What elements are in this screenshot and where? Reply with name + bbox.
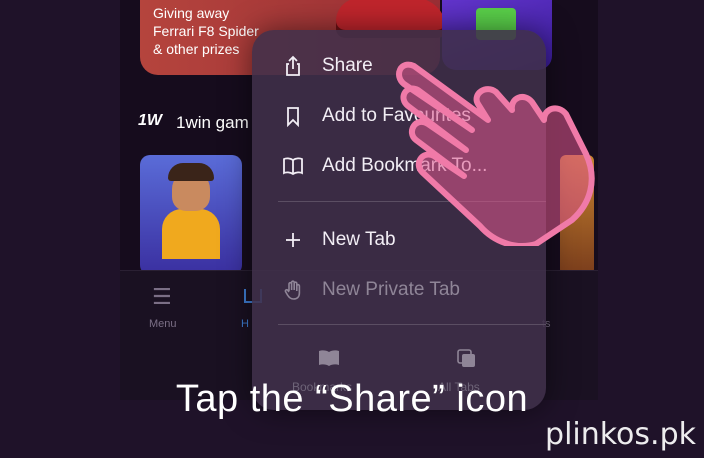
tab-home-label[interactable]: H [241, 318, 249, 330]
games-section-title: 1win gam [176, 113, 249, 132]
promo-line: & other prizes [153, 41, 240, 57]
menu-item-new-private-tab[interactable]: New Private Tab [252, 269, 546, 313]
tab-menu-label[interactable]: Menu [149, 318, 177, 330]
promo-text: Giving away Ferrari F8 Spider & other pr… [153, 4, 259, 58]
promo-line: Giving away [153, 5, 230, 21]
site-watermark: plinkos.pk [545, 417, 696, 452]
promo-line: Ferrari F8 Spider [153, 23, 259, 39]
share-icon [286, 55, 300, 76]
instruction-caption: Tap the “Share” icon [175, 378, 529, 420]
character-body [162, 209, 220, 259]
menu-item-label: New Tab [322, 229, 396, 250]
menu-item-label: Share [322, 55, 373, 76]
hand-icon [284, 280, 301, 300]
plus-icon [286, 233, 300, 247]
menu-icon[interactable]: ☰ [152, 285, 172, 310]
game-tile[interactable] [140, 155, 242, 275]
menu-separator [278, 324, 546, 325]
character-hair [168, 163, 214, 181]
menu-item-label: New Private Tab [322, 279, 460, 300]
brand-logo: 1W [138, 112, 162, 129]
tabs-icon[interactable] [456, 348, 478, 375]
bookmark-icon [287, 107, 299, 127]
book-icon [283, 157, 303, 176]
book-icon[interactable] [318, 348, 340, 373]
pointing-hand-icon [396, 61, 595, 246]
